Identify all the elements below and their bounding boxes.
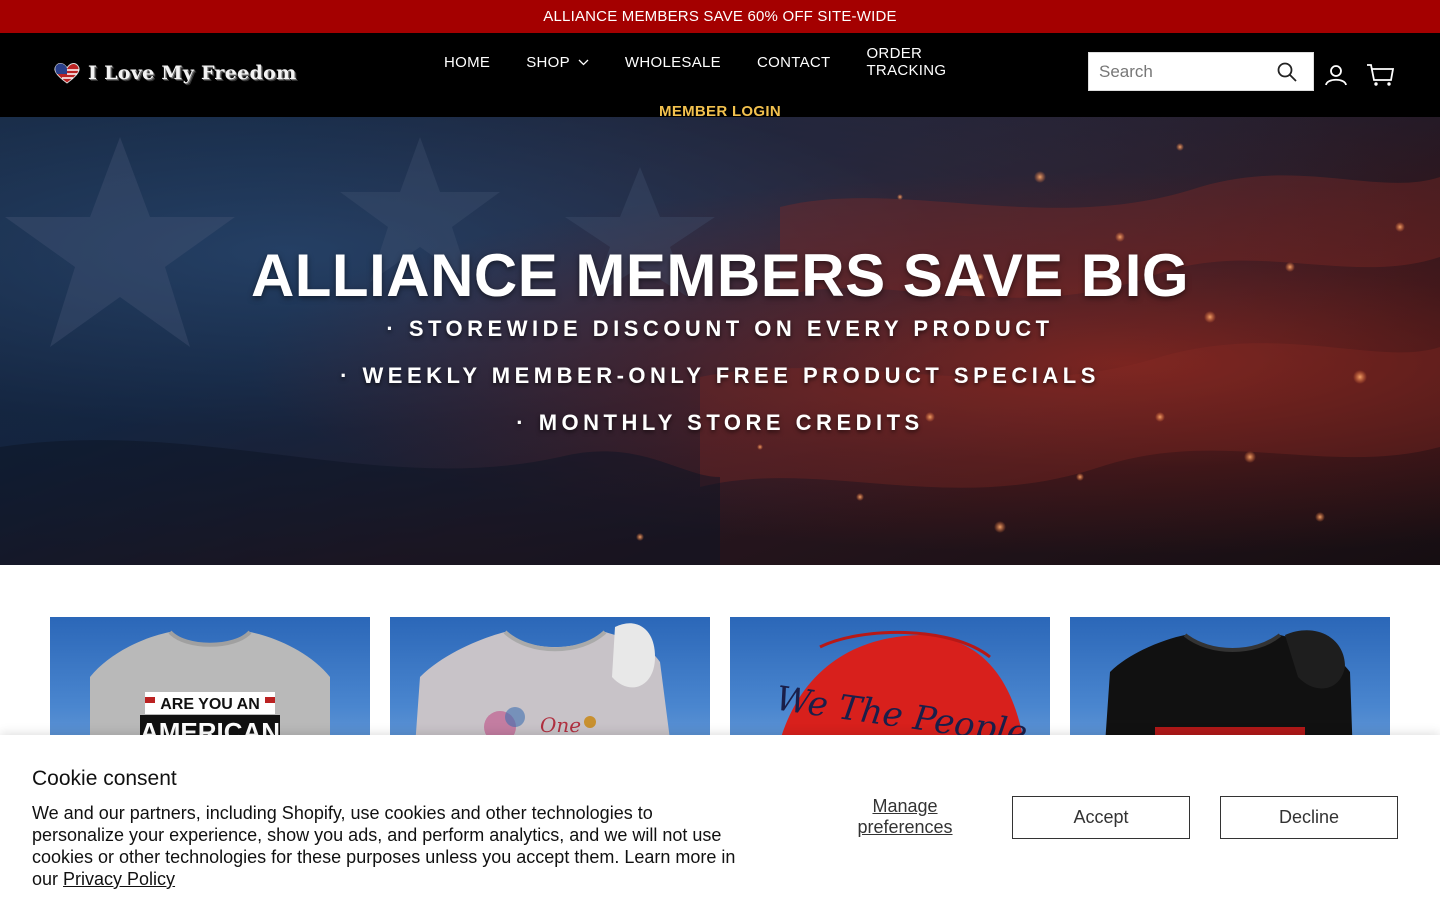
hero-content: ALLIANCE MEMBERS SAVE BIG · STOREWIDE DI…	[0, 243, 1440, 436]
nav-contact-label: CONTACT	[756, 53, 831, 71]
nav-shop[interactable]: SHOP	[526, 45, 589, 79]
cookie-body: We and our partners, including Shopify, …	[32, 802, 742, 890]
flag-heart-icon	[54, 63, 80, 84]
tshirt-print-text: ARE YOU AN	[160, 696, 260, 713]
privacy-policy-link[interactable]: Privacy Policy	[63, 869, 175, 889]
nav-wholesale[interactable]: WHOLESALE	[625, 45, 721, 79]
hero-title: ALLIANCE MEMBERS SAVE BIG	[250, 242, 1190, 309]
logo-text: I Love My Freedom	[88, 62, 297, 84]
hero-banner: ALLIANCE MEMBERS SAVE BIG · STOREWIDE DI…	[0, 117, 1440, 565]
logo[interactable]: I Love My Freedom	[52, 61, 296, 85]
hero-bullet-discount: · STOREWIDE DISCOUNT ON EVERY PRODUCT	[386, 316, 1054, 341]
hero-bullet-credits: · MONTHLY STORE CREDITS	[516, 410, 924, 435]
account-icon[interactable]	[1324, 63, 1348, 87]
nav-home[interactable]: HOME	[444, 45, 490, 79]
announcement-bar: ALLIANCE MEMBERS SAVE 60% OFF SITE-WIDE	[0, 0, 1440, 33]
hero-bullet-specials: · WEEKLY MEMBER-ONLY FREE PRODUCT SPECIA…	[340, 363, 1100, 388]
nav-wholesale-label: WHOLESALE	[624, 53, 721, 71]
nav-shop-label: SHOP	[526, 53, 570, 71]
cookie-consent-banner: Cookie consent We and our partners, incl…	[0, 735, 1440, 900]
accept-button[interactable]: Accept	[1012, 796, 1190, 839]
announcement-text: ALLIANCE MEMBERS SAVE 60% OFF SITE-WIDE	[543, 8, 897, 25]
site-header: I Love My Freedom HOME SHOP WHOLESALE CO…	[0, 33, 1440, 120]
decline-button[interactable]: Decline	[1220, 796, 1398, 839]
nav-order-tracking[interactable]: ORDER TRACKING	[866, 45, 996, 79]
search-input[interactable]	[1089, 61, 1269, 82]
nav-home-label: HOME	[444, 53, 491, 71]
nav-contact[interactable]: CONTACT	[757, 45, 830, 79]
manage-preferences-link[interactable]: Manage preferences	[840, 796, 970, 838]
cart-icon[interactable]	[1366, 63, 1394, 87]
chevron-down-icon	[578, 59, 589, 65]
search-box	[1088, 52, 1314, 91]
cookie-title: Cookie consent	[32, 767, 177, 790]
search-icon[interactable]	[1277, 62, 1297, 82]
svg-text:One: One	[540, 713, 581, 737]
main-nav: HOME SHOP WHOLESALE CONTACT ORDER TRACKI…	[444, 33, 996, 120]
nav-order-tracking-label: ORDER TRACKING	[866, 45, 947, 79]
